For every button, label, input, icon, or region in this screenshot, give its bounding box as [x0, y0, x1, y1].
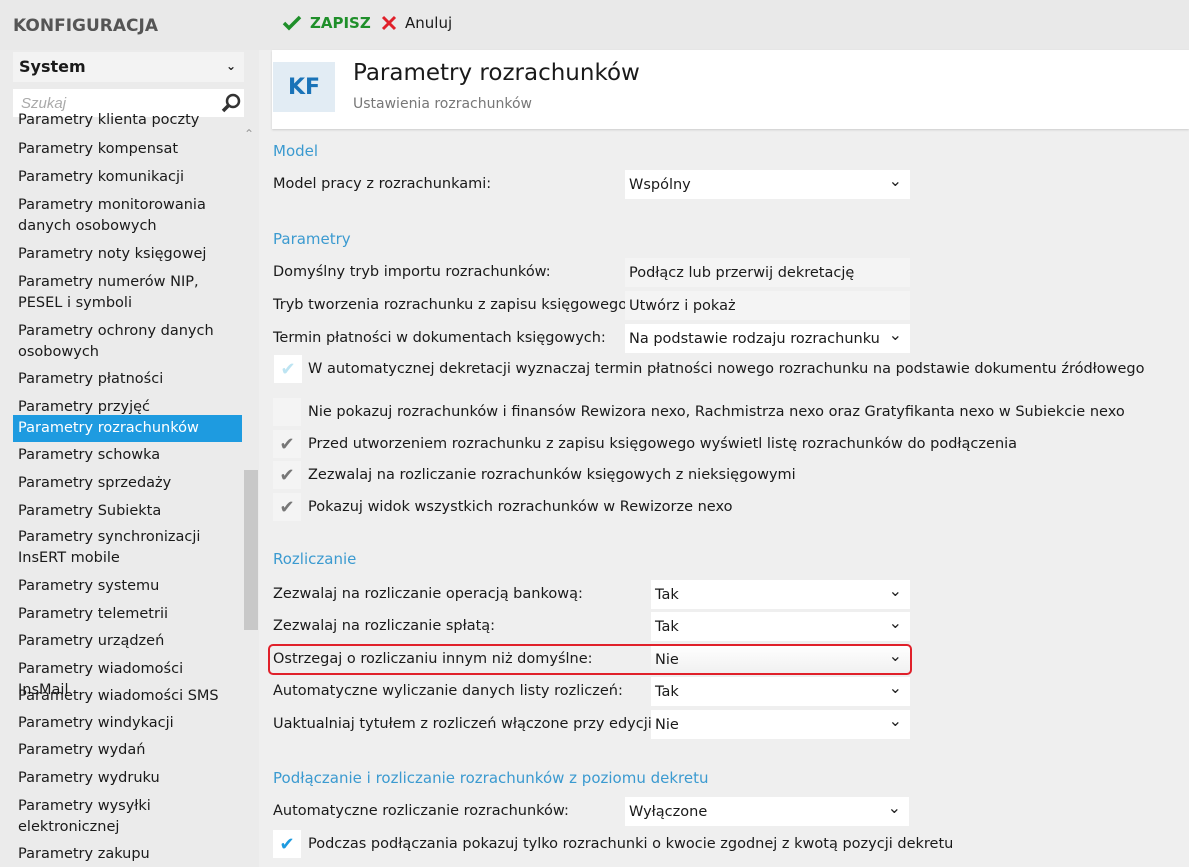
- sidebar-item[interactable]: Parametry systemu: [13, 576, 242, 597]
- search-icon[interactable]: [220, 92, 242, 114]
- sidebar-item[interactable]: Parametry telemetrii: [13, 604, 242, 625]
- checkbox[interactable]: ✔: [273, 430, 301, 458]
- sidebar-item[interactable]: Parametry rozrachunków: [13, 415, 242, 442]
- dropdown[interactable]: Wspólny ⌄: [625, 170, 910, 199]
- field-label: Automatyczne wyliczanie danych listy roz…: [273, 683, 623, 699]
- checkbox-label: Podczas podłączania pokazuj tylko rozrac…: [308, 836, 954, 852]
- readonly-field: Podłącz lub przerwij dekretację: [625, 258, 910, 287]
- sidebar-item[interactable]: Parametry ochrony danych osobowych: [13, 321, 242, 363]
- dropdown[interactable]: Nie ⌄: [651, 710, 910, 739]
- sidebar-item[interactable]: Parametry Subiekta: [13, 501, 242, 522]
- dropdown[interactable]: Na podstawie rodzaju rozrachunku ⌄: [625, 324, 910, 353]
- checkbox-label: Zezwalaj na rozliczanie rozrachunków ksi…: [308, 467, 796, 483]
- field-value: Tak: [655, 586, 679, 603]
- chevron-down-icon: ⌄: [888, 171, 902, 190]
- section-podlaczanie: Podłączanie i rozliczanie rozrachunków z…: [273, 769, 709, 787]
- cancel-button[interactable]: Anuluj: [381, 14, 452, 32]
- field-value: Nie: [655, 716, 679, 733]
- category-value: System: [19, 57, 86, 76]
- sidebar-item[interactable]: Parametry kompensat: [13, 139, 242, 160]
- sidebar-item[interactable]: Parametry płatności: [13, 369, 242, 390]
- chevron-down-icon: ⌄: [225, 59, 236, 73]
- app-title: KONFIGURACJA: [13, 16, 158, 36]
- chevron-down-icon: ⌄: [888, 711, 902, 730]
- chevron-down-icon: ⌄: [887, 798, 901, 817]
- chevron-down-icon: ⌄: [888, 678, 902, 697]
- sidebar-item[interactable]: Parametry monitorowania danych osobowych: [13, 195, 242, 237]
- checkbox-label: Przed utworzeniem rozrachunku z zapisu k…: [308, 436, 1018, 452]
- page-subtitle: Ustawienia rozrachunków: [353, 96, 532, 112]
- section-model: Model: [273, 142, 319, 160]
- nav-list: Parametry klienta poczty Parametry kompen…: [13, 112, 243, 867]
- field-label: Zezwalaj na rozliczanie operacją bankową…: [273, 586, 583, 602]
- field-value: Na podstawie rodzaju rozrachunku: [629, 330, 880, 347]
- section-parametry: Parametry: [273, 230, 351, 248]
- scrollbar-thumb[interactable]: [244, 470, 258, 630]
- dropdown[interactable]: Tak ⌄: [651, 612, 910, 641]
- page-title: Parametry rozrachunków: [353, 60, 640, 86]
- sidebar-item[interactable]: Parametry wysyłki elektronicznej: [13, 796, 242, 838]
- sidebar-item[interactable]: Parametry sprzedaży: [13, 473, 242, 494]
- chevron-down-icon: ⌄: [888, 581, 902, 600]
- sidebar-item[interactable]: Parametry schowka: [13, 445, 242, 466]
- field-value: Tak: [655, 683, 679, 700]
- scroll-up-icon[interactable]: ⌃: [244, 127, 254, 141]
- field-value: Wspólny: [629, 176, 691, 193]
- checkbox[interactable]: ✔: [273, 493, 301, 521]
- close-icon: [381, 15, 397, 31]
- sidebar-item[interactable]: Parametry synchronizacji InsERT mobile: [13, 527, 242, 569]
- chevron-down-icon: ⌄: [888, 613, 902, 632]
- save-label: ZAPISZ: [310, 14, 371, 32]
- sidebar-item[interactable]: Parametry wiadomości SMS: [13, 686, 242, 707]
- check-icon: [282, 15, 302, 31]
- readonly-field: Utwórz i pokaż: [625, 291, 910, 320]
- sidebar-item[interactable]: Parametry wydruku: [13, 768, 242, 789]
- dropdown[interactable]: Tak ⌄: [651, 677, 910, 706]
- field-label: Uaktualniaj tytułem z rozliczeń włączone…: [273, 716, 657, 732]
- checkbox-label: W automatycznej dekretacji wyznaczaj ter…: [308, 361, 1145, 377]
- field-label: Zezwalaj na rozliczanie spłatą:: [273, 618, 496, 634]
- checkbox-label: Nie pokazuj rozrachunków i finansów Rewi…: [308, 404, 1125, 420]
- top-bar: [0, 0, 1189, 50]
- sidebar-item[interactable]: Parametry numerów NIP, PESEL i symboli: [13, 272, 242, 314]
- sidebar-item[interactable]: Parametry noty księgowej: [13, 244, 242, 265]
- dropdown[interactable]: Wyłączone ⌄: [625, 797, 909, 826]
- dropdown[interactable]: Tak ⌄: [651, 580, 910, 609]
- checkbox[interactable]: ✔: [274, 355, 302, 383]
- save-button[interactable]: ZAPISZ: [282, 14, 371, 32]
- checkbox[interactable]: ✔: [273, 830, 301, 858]
- field-value: Tak: [655, 618, 679, 635]
- checkbox[interactable]: ✔: [273, 461, 301, 489]
- sidebar-item[interactable]: Parametry urządzeń: [13, 631, 242, 652]
- sidebar-item[interactable]: Parametry wydań: [13, 740, 242, 761]
- sidebar-item[interactable]: Parametry klienta poczty: [13, 112, 242, 131]
- sidebar-item[interactable]: Parametry windykacji: [13, 713, 242, 734]
- field-value: Podłącz lub przerwij dekretację: [629, 264, 855, 281]
- module-badge: KF: [273, 62, 335, 112]
- category-select[interactable]: System ⌄: [13, 52, 244, 82]
- sidebar-item[interactable]: Parametry zakupu: [13, 844, 242, 865]
- highlight-box: [268, 644, 912, 675]
- sidebar-item[interactable]: Parametry komunikacji: [13, 167, 242, 188]
- checkbox-label: Pokazuj widok wszystkich rozrachunków w …: [308, 499, 733, 515]
- field-value: Wyłączone: [629, 803, 708, 820]
- field-label: Tryb tworzenia rozrachunku z zapisu księ…: [273, 297, 632, 313]
- field-label: Termin płatności w dokumentach księgowyc…: [273, 330, 606, 346]
- field-value: Utwórz i pokaż: [629, 297, 736, 314]
- section-rozliczanie: Rozliczanie: [273, 550, 357, 568]
- field-label: Domyślny tryb importu rozrachunków:: [273, 264, 551, 280]
- field-label: Automatyczne rozliczanie rozrachunków:: [273, 803, 569, 819]
- cancel-label: Anuluj: [405, 14, 453, 32]
- field-label: Model pracy z rozrachunkami:: [273, 176, 492, 192]
- chevron-down-icon: ⌄: [888, 325, 902, 344]
- checkbox[interactable]: [273, 398, 301, 426]
